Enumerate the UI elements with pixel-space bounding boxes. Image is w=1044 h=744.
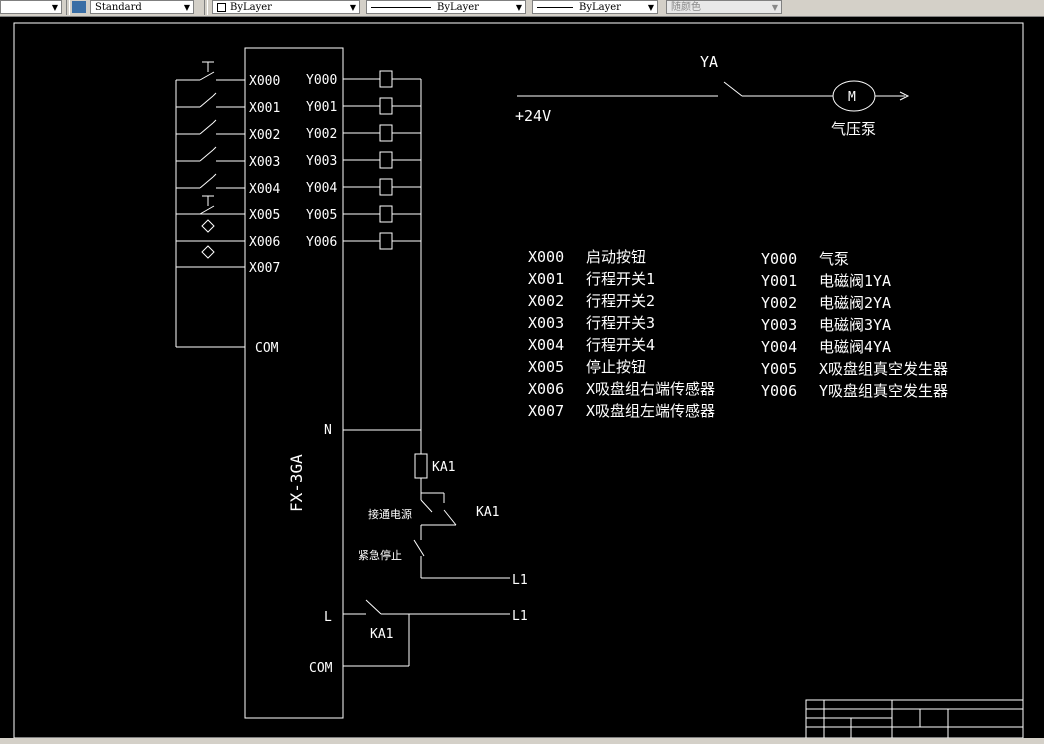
legend-output-desc: 气泵 [819, 250, 849, 268]
title-block [805, 699, 1024, 738]
input-label: X006 [249, 235, 280, 250]
output-label: Y001 [306, 100, 337, 115]
legend-output-desc: 电磁阀2YA [819, 294, 891, 312]
layer-state-dropdown[interactable]: ▼ [0, 0, 62, 14]
legend-output-desc: 电磁阀4YA [819, 338, 891, 356]
output-wires [343, 78, 422, 430]
legend-input-desc: 停止按钮 [586, 358, 646, 376]
chevron-down-icon: ▼ [51, 3, 58, 12]
plot-style-dropdown[interactable]: 随颜色 ▼ [666, 0, 782, 14]
toolbar-separator [66, 0, 70, 15]
com-input-label: COM [255, 341, 279, 356]
limit-switch-icon [199, 92, 217, 189]
legend-input-code: X003 [528, 314, 564, 332]
stop-contact-icon [413, 539, 425, 557]
text-style-dropdown[interactable]: Standard ▼ [90, 0, 194, 14]
legend-input-code: X004 [528, 336, 564, 354]
lineweight-value: ByLayer [579, 2, 621, 13]
l-contact-icon [365, 599, 382, 615]
input-label: X003 [249, 155, 280, 170]
l1-top-label: L1 [512, 573, 528, 588]
output-label: Y005 [306, 208, 337, 223]
input-label: X004 [249, 182, 280, 197]
properties-toolbar: ▼ Standard ▼ ByLayer ▼ ByLayer ▼ ByLayer ▼ 随… [0, 0, 1044, 17]
status-bar [0, 738, 1044, 744]
legend-output-code: Y003 [761, 316, 797, 334]
chevron-down-icon: ▼ [183, 3, 190, 12]
legend-input-code: X001 [528, 270, 564, 288]
legend-input-code: X005 [528, 358, 564, 376]
relay-contact-label: KA1 [476, 505, 499, 520]
chevron-down-icon: ▼ [647, 3, 654, 12]
text-style-icon[interactable] [72, 1, 86, 13]
legend-output-code: Y000 [761, 250, 797, 268]
drawing-canvas[interactable]: X000 X001 X002 X003 X004 X005 X006 X007 … [0, 16, 1044, 738]
l-contact-label: KA1 [370, 627, 393, 642]
chevron-down-icon: ▼ [515, 3, 522, 12]
output-label: Y004 [306, 181, 337, 196]
input-label: X002 [249, 128, 280, 143]
com-power-label: COM [309, 661, 333, 676]
output-label: Y000 [306, 73, 337, 88]
legend-output-code: Y006 [761, 382, 797, 400]
plc-model-label: FX-3GA [287, 454, 306, 512]
input-wires [176, 79, 245, 268]
input-label: X005 [249, 208, 280, 223]
line-sample-icon [537, 7, 573, 8]
legend-input-code: X000 [528, 248, 564, 266]
motor-label: M [848, 90, 856, 105]
chevron-down-icon: ▼ [349, 3, 356, 12]
input-label: X001 [249, 101, 280, 116]
l1-bottom-label: L1 [512, 609, 528, 624]
legend-output-code: Y002 [761, 294, 797, 312]
lineweight-dropdown[interactable]: ByLayer ▼ [532, 0, 658, 14]
valve-label: YA [700, 53, 718, 71]
text-style-value: Standard [95, 2, 142, 13]
relay-coil-label: KA1 [432, 460, 455, 475]
legend-input-desc: X吸盘组右端传感器 [586, 380, 715, 398]
legend-input-desc: 行程开关2 [586, 292, 655, 310]
legend-output-desc: Y吸盘组真空发生器 [819, 382, 948, 400]
legend-input-code: X006 [528, 380, 564, 398]
legend-output-code: Y005 [761, 360, 797, 378]
linetype-dropdown[interactable]: ByLayer ▼ [366, 0, 526, 14]
output-label: Y003 [306, 154, 337, 169]
legend-output-desc: X吸盘组真空发生器 [819, 360, 948, 378]
toolbar-separator [204, 0, 208, 15]
color-swatch-icon [217, 3, 226, 12]
plot-style-value: 随颜色 [671, 2, 701, 13]
input-label: X007 [249, 261, 280, 276]
legend-input-desc: 启动按钮 [586, 248, 646, 266]
start-button-icon [199, 61, 215, 81]
start-power-label: 接通电源 [368, 507, 412, 521]
legend-input-desc: X吸盘组左端传感器 [586, 402, 715, 420]
voltage-label: +24V [515, 107, 551, 125]
n-label: N [324, 423, 332, 438]
legend-output-code: Y004 [761, 338, 797, 356]
legend-input-desc: 行程开关4 [586, 336, 655, 354]
legend-output-desc: 电磁阀1YA [819, 272, 891, 290]
input-label: X000 [249, 74, 280, 89]
emergency-stop-label: 紧急停止 [358, 548, 402, 562]
legend-input-code: X002 [528, 292, 564, 310]
line-sample-icon [371, 7, 431, 8]
output-coil-icon [379, 70, 393, 250]
layer-dropdown[interactable]: ByLayer ▼ [212, 0, 360, 14]
legend-input-code: X007 [528, 402, 564, 420]
chevron-down-icon: ▼ [771, 3, 778, 12]
layer-value: ByLayer [230, 2, 272, 13]
linetype-value: ByLayer [437, 2, 479, 13]
output-label: Y006 [306, 235, 337, 250]
output-label: Y002 [306, 127, 337, 142]
l-label: L [324, 610, 332, 625]
legend-input-desc: 行程开关3 [586, 314, 655, 332]
stop-button-icon [199, 195, 215, 215]
relay-contact-icon [420, 492, 457, 526]
legend-output-code: Y001 [761, 272, 797, 290]
pump-label: 气压泵 [831, 120, 876, 138]
legend-output-desc: 电磁阀3YA [819, 316, 891, 334]
legend-input-desc: 行程开关1 [586, 270, 655, 288]
valve-contact-icon [723, 81, 743, 97]
relay-coil-icon [414, 453, 428, 479]
